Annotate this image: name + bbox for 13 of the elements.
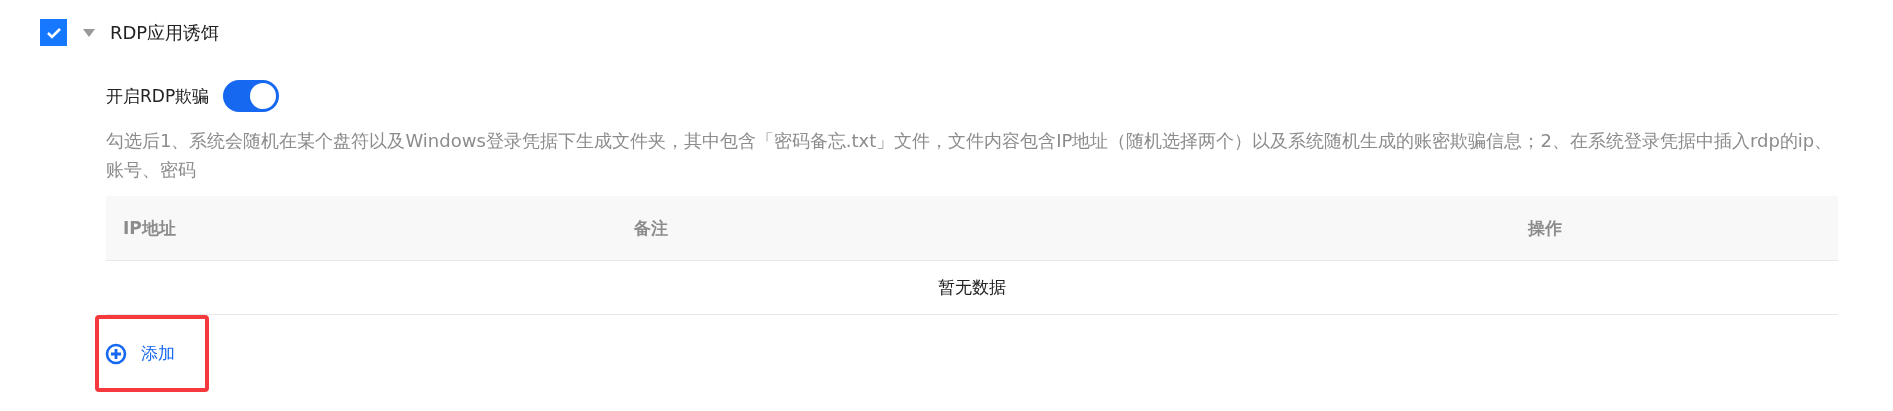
empty-text: 暂无数据 [938, 277, 1006, 297]
plus-circle-icon [105, 342, 127, 365]
caret-icon[interactable] [83, 28, 95, 37]
checkbox[interactable] [40, 19, 67, 46]
description-text: 勾选后1、系统会随机在某个盘符以及Windows登录凭据下生成文件夹，其中包含「密码备忘.txt」文件，文件内容包含IP地址（随机选择两个）以及系统随机生成的账密欺骗信息；2、在系统登录凭据中插入rdp的ip、账号、密码 [106, 129, 1834, 182]
toggle-switch[interactable] [223, 80, 280, 112]
column-header: 备注 [616, 196, 1511, 261]
check-icon [45, 26, 62, 39]
section-title: RDP应用诱饵 [110, 20, 220, 45]
column-header: 操作 [1510, 196, 1838, 261]
switch-label: 开启RDP欺骗 [106, 84, 210, 108]
add-button[interactable]: 添加 [99, 319, 205, 388]
column-header: IP地址 [106, 196, 617, 261]
